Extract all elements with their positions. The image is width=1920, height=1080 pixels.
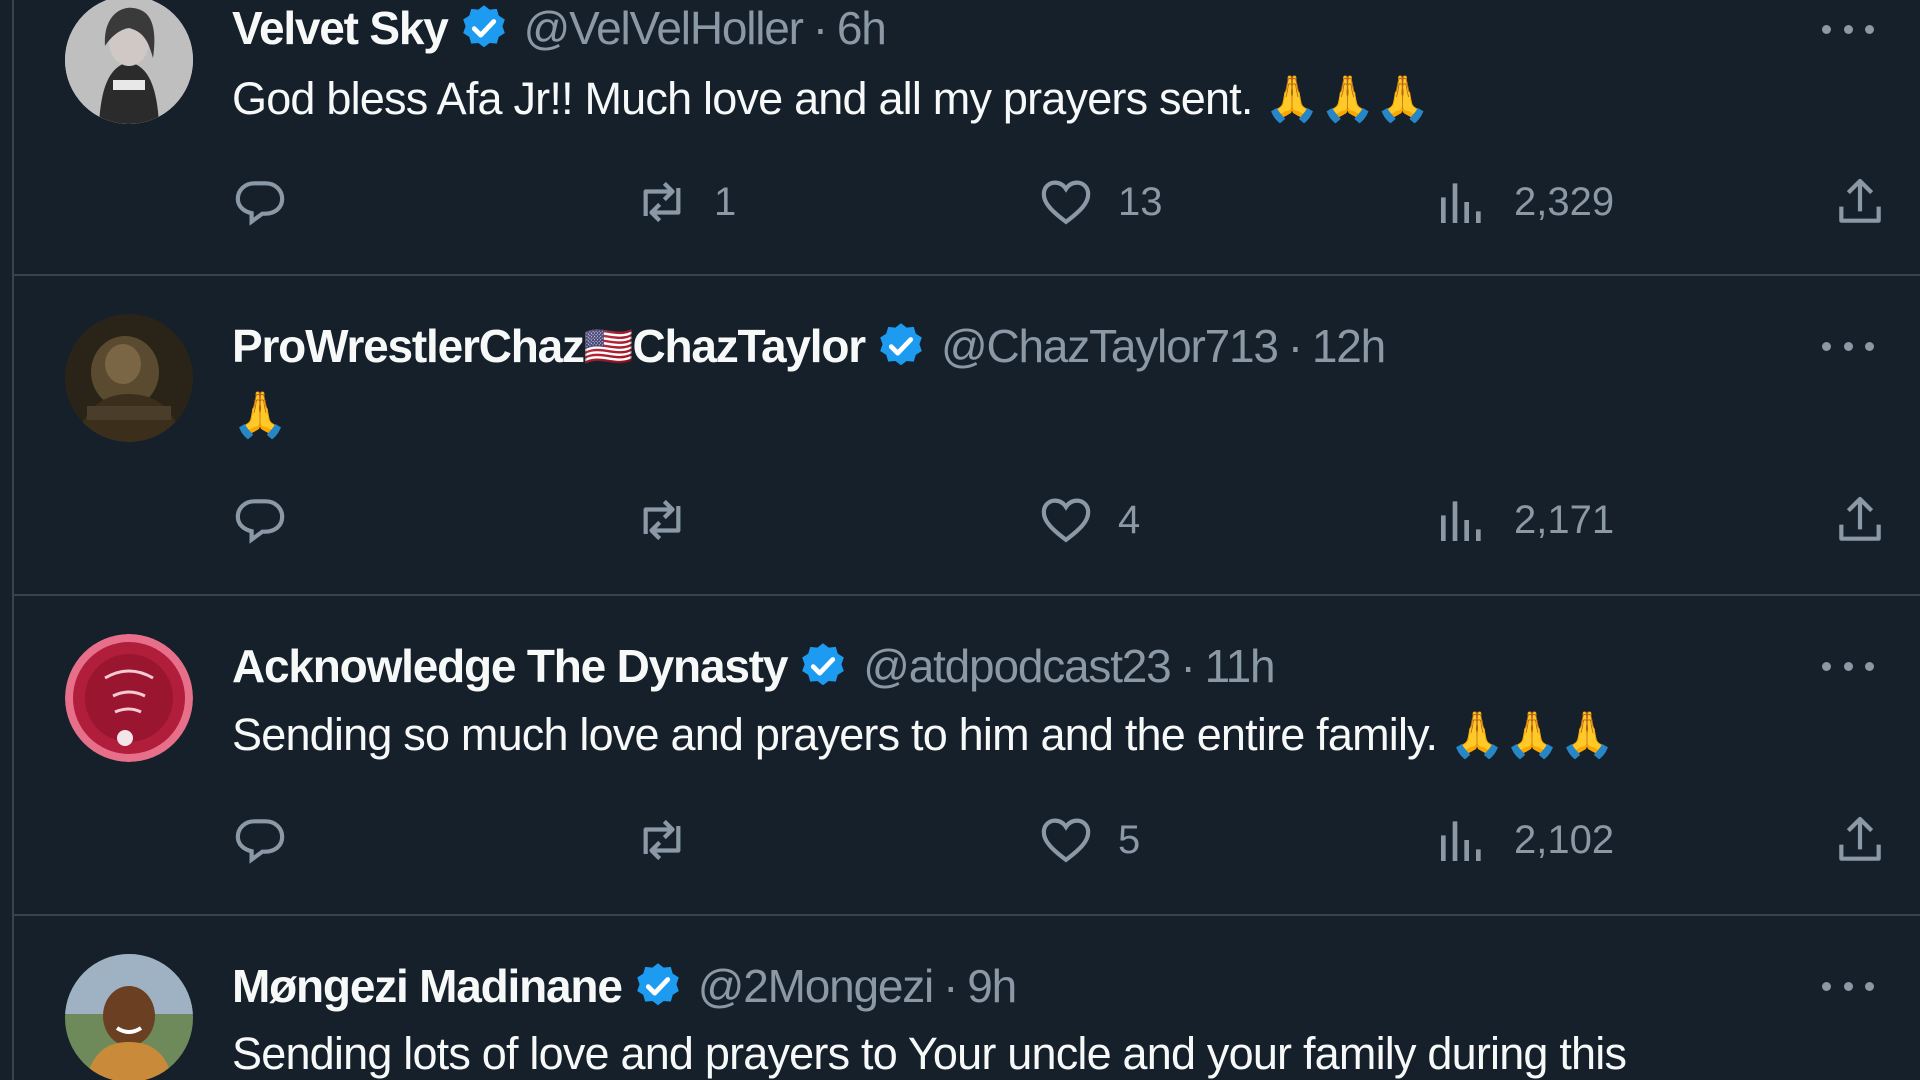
reply-button[interactable]: [232, 812, 312, 868]
like-button[interactable]: 13: [1038, 174, 1163, 230]
retweet-icon: [643, 181, 681, 223]
handle[interactable]: @2Mongezi: [698, 959, 935, 1013]
action-bar: 4 2,171: [14, 492, 1920, 552]
heart-icon: [1041, 180, 1091, 225]
views-button[interactable]: 2,171: [1434, 492, 1614, 548]
share-button[interactable]: [1832, 174, 1888, 230]
reply-icon: [235, 181, 285, 226]
like-count: 5: [1118, 817, 1141, 862]
display-name-suffix[interactable]: ChazTaylor: [632, 319, 866, 373]
retweet-icon: [643, 819, 681, 861]
verified-badge-icon: [880, 323, 922, 366]
like-count: 13: [1118, 179, 1163, 224]
display-name[interactable]: Velvet Sky: [232, 1, 449, 55]
avatar[interactable]: [65, 0, 193, 124]
share-upload-icon: [1839, 816, 1881, 861]
share-upload-icon: [1839, 496, 1881, 541]
tweet-text: 🙏: [232, 389, 288, 440]
like-count: 4: [1118, 497, 1141, 542]
more-options-icon[interactable]: [1822, 336, 1874, 356]
share-upload-icon: [1839, 178, 1881, 223]
share-button[interactable]: [1832, 812, 1888, 868]
reply-button[interactable]: [232, 492, 312, 548]
reply-icon: [235, 819, 285, 864]
reply-icon: [235, 499, 285, 544]
separator: ·: [943, 960, 958, 1012]
tweet-header: ProWrestlerChaz 🇺🇸 ChazTaylor @ChazTaylo…: [232, 318, 1386, 374]
tweet-header: Velvet Sky @VelVelHoller · 6h: [232, 0, 887, 56]
handle[interactable]: @ChazTaylor713: [941, 319, 1279, 373]
timestamp[interactable]: 6h: [837, 1, 887, 55]
more-options-icon[interactable]: [1822, 976, 1874, 996]
bar-chart-icon: [1441, 501, 1481, 541]
timeline-feed: Velvet Sky @VelVelHoller · 6h God bless …: [12, 0, 1920, 1080]
us-flag-icon: 🇺🇸: [583, 324, 634, 369]
bar-chart-icon: [1441, 821, 1481, 861]
timestamp[interactable]: 9h: [967, 959, 1017, 1013]
views-button[interactable]: 2,102: [1434, 812, 1614, 868]
avatar[interactable]: [65, 954, 193, 1080]
tweet-text: God bless Afa Jr!! Much love and all my …: [232, 73, 1431, 124]
action-bar: 1 13 2,329: [14, 174, 1920, 234]
display-name[interactable]: Møngezi Madinane: [232, 959, 623, 1013]
like-button[interactable]: 5: [1038, 812, 1140, 868]
timestamp[interactable]: 12h: [1312, 319, 1386, 373]
tweet[interactable]: Møngezi Madinane @2Mongezi · 9h Sending …: [14, 916, 1920, 1080]
tweet[interactable]: Velvet Sky @VelVelHoller · 6h God bless …: [14, 0, 1920, 276]
avatar[interactable]: [65, 634, 193, 762]
bar-chart-icon: [1441, 183, 1481, 223]
heart-icon: [1041, 818, 1091, 863]
view-count: 2,329: [1514, 179, 1615, 224]
tweet[interactable]: ProWrestlerChaz 🇺🇸 ChazTaylor @ChazTaylo…: [14, 276, 1920, 596]
retweet-count: 1: [714, 179, 737, 224]
view-count: 2,102: [1514, 817, 1615, 862]
action-bar: 5 2,102: [14, 812, 1920, 872]
views-button[interactable]: 2,329: [1434, 174, 1614, 230]
separator: ·: [1180, 640, 1196, 692]
retweet-button[interactable]: [634, 492, 714, 548]
reply-button[interactable]: [232, 174, 312, 230]
avatar[interactable]: [65, 314, 193, 442]
heart-icon: [1041, 498, 1091, 543]
handle[interactable]: @VelVelHoller: [524, 1, 804, 55]
separator: ·: [1287, 320, 1303, 372]
timestamp[interactable]: 11h: [1205, 639, 1276, 693]
share-button[interactable]: [1832, 492, 1888, 548]
tweet-header: Møngezi Madinane @2Mongezi · 9h: [232, 958, 1017, 1014]
verified-badge-icon: [462, 5, 505, 48]
tweet-text: Sending lots of love and prayers to Your…: [232, 1028, 1627, 1079]
verified-badge-icon: [636, 963, 679, 1006]
like-button[interactable]: 4: [1038, 492, 1140, 548]
retweet-icon: [643, 499, 681, 541]
tweet-text: Sending so much love and prayers to him …: [232, 709, 1615, 760]
retweet-button[interactable]: 1: [634, 174, 736, 230]
more-options-icon[interactable]: [1822, 656, 1874, 676]
retweet-button[interactable]: [634, 812, 714, 868]
display-name[interactable]: Acknowledge The Dynasty: [232, 639, 788, 693]
view-count: 2,171: [1514, 497, 1615, 542]
display-name[interactable]: ProWrestlerChaz: [232, 319, 585, 373]
tweet[interactable]: Acknowledge The Dynasty @atdpodcast23 · …: [14, 596, 1920, 916]
more-options-icon[interactable]: [1822, 19, 1874, 39]
tweet-header: Acknowledge The Dynasty @atdpodcast23 · …: [232, 638, 1276, 694]
verified-badge-icon: [802, 643, 845, 686]
handle[interactable]: @atdpodcast23: [863, 639, 1172, 693]
separator: ·: [812, 2, 828, 54]
